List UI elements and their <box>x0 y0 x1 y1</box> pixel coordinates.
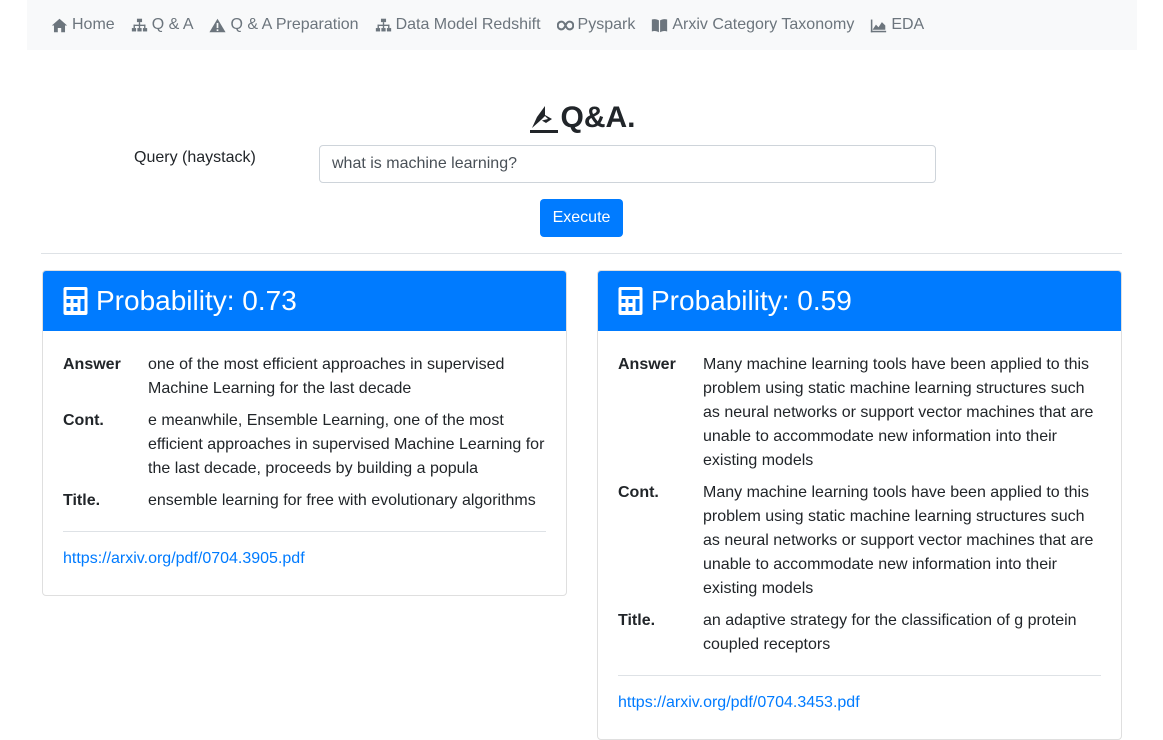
chart-area-icon <box>871 19 887 32</box>
context-label: Cont. <box>618 484 659 501</box>
probability-text: Probability: 0.59 <box>651 285 852 316</box>
context-row: Cont. e meanwhile, Ensemble Learning, on… <box>63 409 546 481</box>
nav-eda-label: EDA <box>891 16 925 33</box>
title-text: ensemble learning for free with evolutio… <box>148 492 536 509</box>
nav-qa[interactable]: Q & A <box>131 16 194 34</box>
card-body: Answer one of the most efficient approac… <box>43 331 566 568</box>
title-label: Title. <box>63 492 101 509</box>
title-row: Title. an adaptive strategy for the clas… <box>618 609 1101 657</box>
nav-eda[interactable]: EDA <box>870 16 924 34</box>
sitemap-icon <box>131 18 147 31</box>
brand-title: Q&A. <box>560 101 636 134</box>
answer-label: Answer <box>618 356 676 373</box>
calculator-icon <box>63 287 88 315</box>
calculator-icon <box>618 287 643 315</box>
probability-text: Probability: 0.73 <box>96 285 297 316</box>
nav-qa-preparation[interactable]: Q & A Preparation <box>209 16 359 34</box>
nav-qa-label: Q & A <box>151 16 194 33</box>
ship-icon <box>529 106 558 133</box>
result-card: Probability: 0.73 Answer one of the most… <box>42 270 567 596</box>
infinity-icon <box>556 20 574 30</box>
context-text: e meanwhile, Ensemble Learning, one of t… <box>148 412 545 477</box>
answer-text: Many machine learning tools have been ap… <box>703 356 1094 469</box>
nav-qa-preparation-label: Q & A Preparation <box>230 16 359 33</box>
nav-home[interactable]: Home <box>51 16 115 34</box>
nav-pyspark[interactable]: Pyspark <box>556 16 636 34</box>
answer-label: Answer <box>63 356 121 373</box>
title-text: an adaptive strategy for the classificat… <box>703 612 1077 653</box>
card-separator <box>63 531 546 532</box>
result-card: Probability: 0.59 Answer Many machine le… <box>597 270 1122 740</box>
card-header: Probability: 0.59 <box>598 271 1121 331</box>
execute-button[interactable]: Execute <box>540 199 623 237</box>
title-label: Title. <box>618 612 656 629</box>
context-row: Cont. Many machine learning tools have b… <box>618 481 1101 601</box>
answer-text: one of the most efficient approaches in … <box>148 356 505 397</box>
context-label: Cont. <box>63 412 104 429</box>
warning-icon <box>209 18 227 32</box>
pdf-link[interactable]: https://arxiv.org/pdf/0704.3453.pdf <box>618 694 1101 712</box>
nav-pyspark-label: Pyspark <box>577 16 636 33</box>
nav-arxiv-taxonomy-label: Arxiv Category Taxonomy <box>672 16 855 33</box>
nav-home-label: Home <box>72 16 115 33</box>
title-row: Title. ensemble learning for free with e… <box>63 489 546 513</box>
answer-row: Answer one of the most efficient approac… <box>63 353 546 401</box>
top-navbar: Home Q & A Q & A Preparation Data Model … <box>27 0 1137 50</box>
nav-data-model-redshift-label: Data Model Redshift <box>395 16 541 33</box>
brand: Q&A. <box>0 101 1163 142</box>
nav-data-model-redshift[interactable]: Data Model Redshift <box>375 16 541 34</box>
card-separator <box>618 675 1101 676</box>
divider <box>41 253 1122 254</box>
context-text: Many machine learning tools have been ap… <box>703 484 1094 597</box>
pdf-link[interactable]: https://arxiv.org/pdf/0704.3905.pdf <box>63 550 546 568</box>
nav-arxiv-taxonomy[interactable]: Arxiv Category Taxonomy <box>651 16 854 34</box>
query-input[interactable] <box>319 145 936 183</box>
sitemap-icon <box>375 18 391 31</box>
card-body: Answer Many machine learning tools have … <box>598 331 1121 712</box>
answer-row: Answer Many machine learning tools have … <box>618 353 1101 473</box>
query-label: Query (haystack) <box>134 149 256 166</box>
card-header: Probability: 0.73 <box>43 271 566 331</box>
book-icon <box>652 18 668 32</box>
home-icon <box>51 18 68 32</box>
